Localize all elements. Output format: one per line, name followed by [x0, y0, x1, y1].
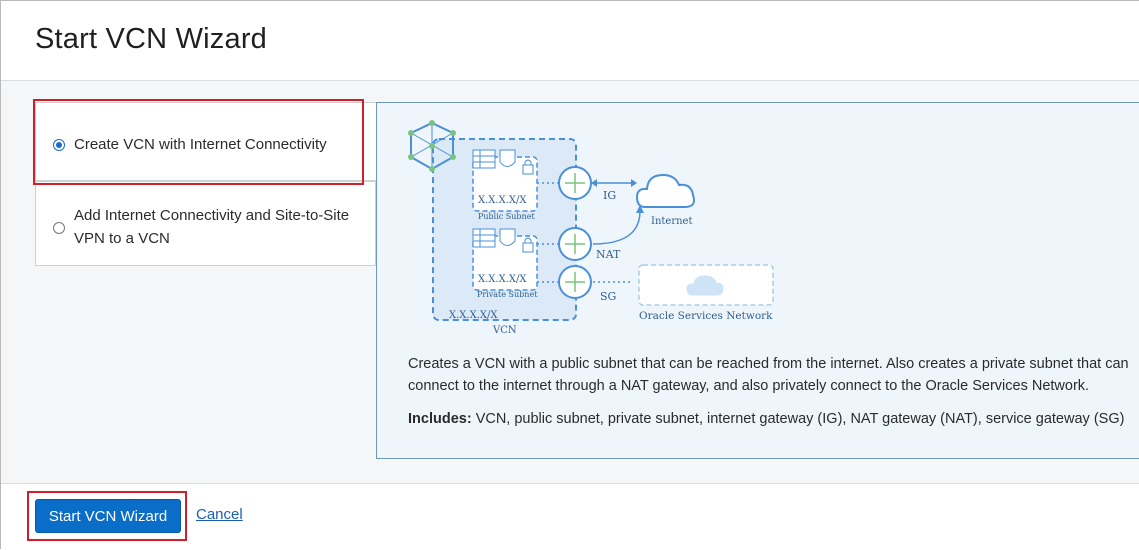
dialog-header: Start VCN Wizard — [1, 1, 1139, 81]
vcn-cidr-label: X.X.X.X/X — [449, 310, 498, 321]
shield-icon — [499, 228, 516, 246]
option-label-line2: VPN to a VCN — [74, 230, 170, 247]
includes-value: VCN, public subnet, private subnet, inte… — [475, 411, 1125, 427]
vcn-network-diagram: X.X.X.X/X VCN X.X.X.X/X Public Subnet X.… — [408, 120, 774, 336]
internet-gateway-icon — [558, 166, 592, 200]
option-description: Creates a VCN with a public subnet that … — [408, 353, 1139, 397]
start-vcn-wizard-button[interactable]: Start VCN Wizard — [35, 499, 181, 533]
public-subnet-label: Public Subnet — [478, 212, 535, 221]
shield-icon — [499, 149, 516, 167]
description-line2: connect to the internet through a NAT ga… — [408, 378, 1090, 394]
vcn-label: VCN — [492, 325, 517, 336]
internet-cloud-icon — [635, 173, 695, 208]
option-add-connectivity-vpn[interactable]: Add Internet Connectivity and Site-to-Si… — [35, 181, 376, 266]
dialog-footer: Start VCN Wizard Cancel — [1, 483, 1139, 550]
start-vcn-wizard-dialog: Start VCN Wizard Create VCN with Interne… — [0, 0, 1139, 550]
includes-text: Includes: VCN, public subnet, private su… — [408, 411, 1124, 427]
option-label: Create VCN with Internet Connectivity — [74, 136, 327, 153]
private-cidr-label: X.X.X.X/X — [478, 274, 527, 285]
nat-gateway-icon — [558, 227, 592, 261]
option-detail-panel: X.X.X.X/X VCN X.X.X.X/X Public Subnet X.… — [376, 102, 1139, 459]
dialog-title: Start VCN Wizard — [35, 23, 268, 55]
nat-label: NAT — [596, 248, 621, 261]
public-cidr-label: X.X.X.X/X — [478, 195, 527, 206]
radio-unselected-icon[interactable] — [53, 222, 65, 234]
osn-label: Oracle Services Network — [639, 310, 773, 322]
internet-label: Internet — [651, 216, 692, 227]
option-label: Add Internet Connectivity and Site-to-Si… — [74, 204, 349, 250]
includes-label: Includes: — [408, 411, 472, 427]
option-create-vcn-internet[interactable]: Create VCN with Internet Connectivity — [35, 102, 376, 181]
description-line1: Creates a VCN with a public subnet that … — [408, 356, 1129, 372]
option-label-line1: Add Internet Connectivity and Site-to-Si… — [74, 207, 350, 224]
radio-selected-icon[interactable] — [53, 139, 65, 151]
ig-label: IG — [603, 189, 616, 202]
service-gateway-icon — [558, 265, 592, 299]
private-subnet-label: Private Subnet — [477, 290, 538, 299]
table-icon — [472, 149, 496, 169]
cancel-link[interactable]: Cancel — [196, 506, 243, 523]
dialog-body: Create VCN with Internet Connectivity Ad… — [1, 81, 1139, 483]
table-icon — [472, 228, 496, 248]
sg-label: SG — [600, 290, 616, 303]
